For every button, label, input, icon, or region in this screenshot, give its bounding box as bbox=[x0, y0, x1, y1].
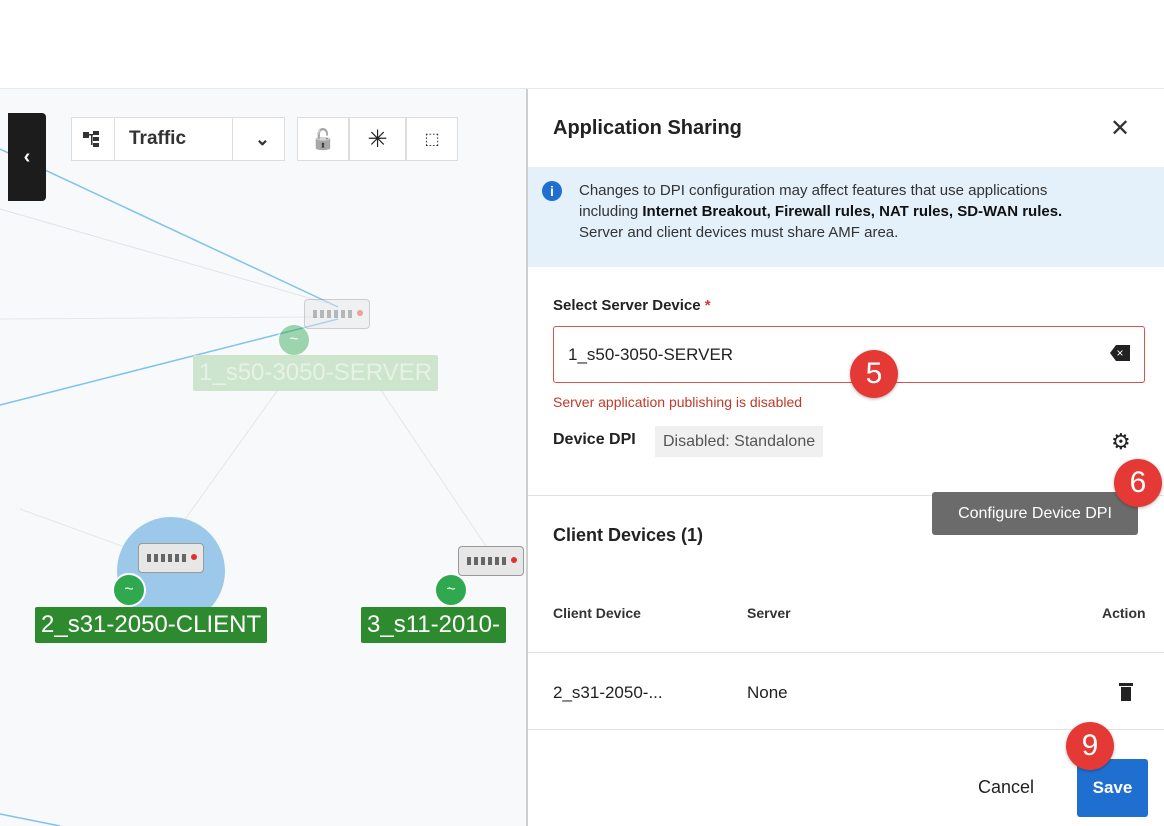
server-device-input[interactable]: 1_s50-3050-SERVER × bbox=[553, 326, 1145, 383]
node-label[interactable]: 3_s11-2010- bbox=[361, 607, 506, 643]
close-button[interactable]: ✕ bbox=[1110, 117, 1130, 141]
application-sharing-panel: Application Sharing ✕ i Changes to DPI c… bbox=[528, 89, 1164, 826]
device-icon[interactable] bbox=[458, 546, 524, 576]
cancel-button[interactable]: Cancel bbox=[978, 777, 1034, 798]
lock-layout-button[interactable]: 🔓 bbox=[297, 117, 349, 161]
server-cell: None bbox=[747, 683, 788, 702]
column-header-server: Server bbox=[747, 605, 791, 621]
step-marker: 9 bbox=[1066, 722, 1114, 770]
trash-icon[interactable] bbox=[1119, 683, 1133, 701]
top-strip bbox=[0, 0, 1164, 89]
sidebar-toggle-button[interactable]: ‹ bbox=[8, 113, 46, 201]
device-dpi-status: Disabled: Standalone bbox=[655, 426, 824, 457]
network-icon: ✳ bbox=[367, 125, 388, 153]
chevron-left-icon: ‹ bbox=[23, 145, 31, 168]
device-icon[interactable] bbox=[138, 543, 204, 573]
dpi-info-banner: i Changes to DPI configuration may affec… bbox=[528, 167, 1164, 267]
view-mode-select[interactable]: Traffic ⌄ bbox=[115, 117, 285, 161]
required-mark: * bbox=[704, 297, 711, 314]
status-online-icon: ~ bbox=[434, 573, 468, 607]
status-online-icon: ~ bbox=[112, 573, 146, 607]
clear-icon[interactable]: × bbox=[1110, 345, 1130, 361]
hierarchy-icon bbox=[83, 131, 99, 147]
status-online-icon: ~ bbox=[277, 323, 311, 357]
device-dpi-label: Device DPI bbox=[553, 431, 636, 448]
gear-icon[interactable]: ⚙ bbox=[1111, 429, 1131, 455]
chevron-down-icon: ⌄ bbox=[254, 128, 270, 149]
table-divider bbox=[528, 652, 1164, 653]
selection-icon: ⬚ bbox=[424, 131, 440, 148]
server-device-value: 1_s50-3050-SERVER bbox=[568, 345, 734, 364]
column-header-client-device: Client Device bbox=[553, 605, 641, 621]
panel-title: Application Sharing bbox=[553, 117, 742, 139]
step-marker: 5 bbox=[850, 350, 898, 398]
topology-layout-button[interactable]: ✳ bbox=[349, 117, 406, 161]
node-label[interactable]: 1_s50-3050-SERVER bbox=[193, 355, 439, 391]
server-device-label: Select Server Device * bbox=[553, 297, 711, 314]
node-label[interactable]: 2_s31-2050-CLIENT bbox=[35, 607, 268, 643]
topology-canvas[interactable]: ‹ Traffic ⌄ 🔓 ✳ ⬚ ~ 1_s50-3050-SERVER ~ … bbox=[0, 89, 526, 826]
unlock-icon: 🔓 bbox=[310, 128, 336, 151]
view-mode-value: Traffic bbox=[129, 128, 187, 149]
info-icon: i bbox=[542, 181, 562, 201]
select-divider bbox=[232, 118, 233, 160]
topology-links bbox=[0, 148, 489, 826]
info-text: Changes to DPI configuration may affect … bbox=[579, 182, 1063, 241]
server-device-error: Server application publishing is disable… bbox=[553, 394, 803, 410]
device-icon[interactable] bbox=[304, 299, 370, 329]
step-marker: 6 bbox=[1114, 459, 1162, 507]
column-header-action: Action bbox=[1102, 605, 1146, 621]
client-devices-title: Client Devices (1) bbox=[553, 525, 704, 545]
configure-dpi-tooltip: Configure Device DPI bbox=[932, 492, 1138, 535]
table-divider bbox=[528, 729, 1164, 730]
close-icon: ✕ bbox=[1110, 115, 1131, 142]
area-select-button[interactable]: ⬚ bbox=[406, 117, 458, 161]
client-device-cell: 2_s31-2050-... bbox=[553, 683, 663, 702]
hierarchy-view-button[interactable] bbox=[71, 117, 115, 161]
